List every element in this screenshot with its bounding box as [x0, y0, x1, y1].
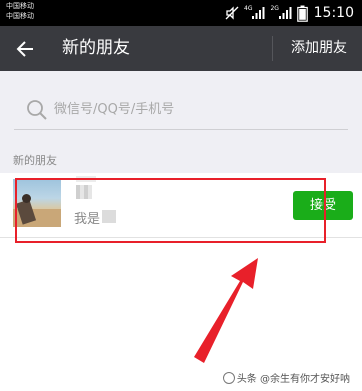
pointer-arrow-icon	[194, 258, 258, 363]
watermark: 头条 @余生有你才安好呐	[222, 370, 350, 385]
watermark-text: 头条 @余生有你才安好呐	[236, 374, 350, 385]
watermark-logo-icon	[222, 372, 235, 384]
